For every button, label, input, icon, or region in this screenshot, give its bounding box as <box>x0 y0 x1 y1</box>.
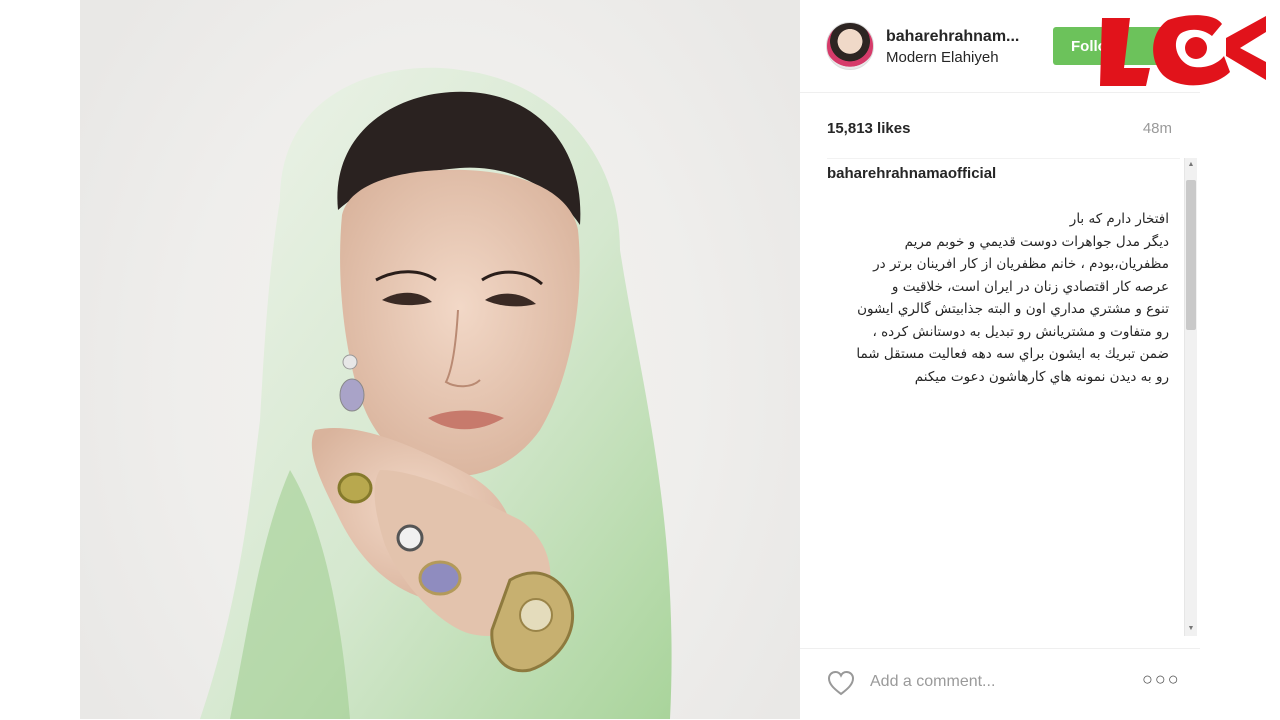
comment-row: ○○○ <box>800 648 1200 720</box>
avatar[interactable] <box>826 22 874 70</box>
heart-icon[interactable] <box>826 669 856 697</box>
more-options-icon[interactable]: ○○○ <box>1142 669 1181 690</box>
likes-count[interactable]: 15,813 likes <box>827 120 910 137</box>
username-link[interactable]: baharehrahnam... <box>886 28 1019 46</box>
instagram-post-view: baharehrahnam... Modern Elahiyeh Follow … <box>0 0 1280 719</box>
caption-scrollbar[interactable]: ▲ ▼ <box>1184 158 1197 636</box>
portrait-illustration <box>200 67 672 719</box>
post-time: 48m <box>1142 120 1172 137</box>
caption-area: baharehrahnamaofficial افتخار دارم كه با… <box>827 158 1180 639</box>
location-link[interactable]: Modern Elahiyeh <box>886 49 999 66</box>
caption-username-link[interactable]: baharehrahnamaofficial <box>827 163 1001 186</box>
scrollbar-thumb[interactable] <box>1186 180 1196 330</box>
add-comment-input[interactable] <box>868 667 1112 697</box>
post-photo[interactable] <box>80 0 800 719</box>
scroll-down-arrow-icon[interactable]: ▼ <box>1185 622 1197 636</box>
caption-text: baharehrahnamaofficial افتخار دارم كه با… <box>827 163 1169 388</box>
caption-body: افتخار دارم كه بار ديگر مدل جواهرات دوست… <box>856 211 1169 385</box>
post-details-panel: baharehrahnam... Modern Elahiyeh Follow … <box>800 0 1200 719</box>
scroll-up-arrow-icon[interactable]: ▲ <box>1185 158 1197 172</box>
likes-row: 15,813 likes 48m <box>800 92 1200 148</box>
news-logo <box>1100 15 1266 86</box>
